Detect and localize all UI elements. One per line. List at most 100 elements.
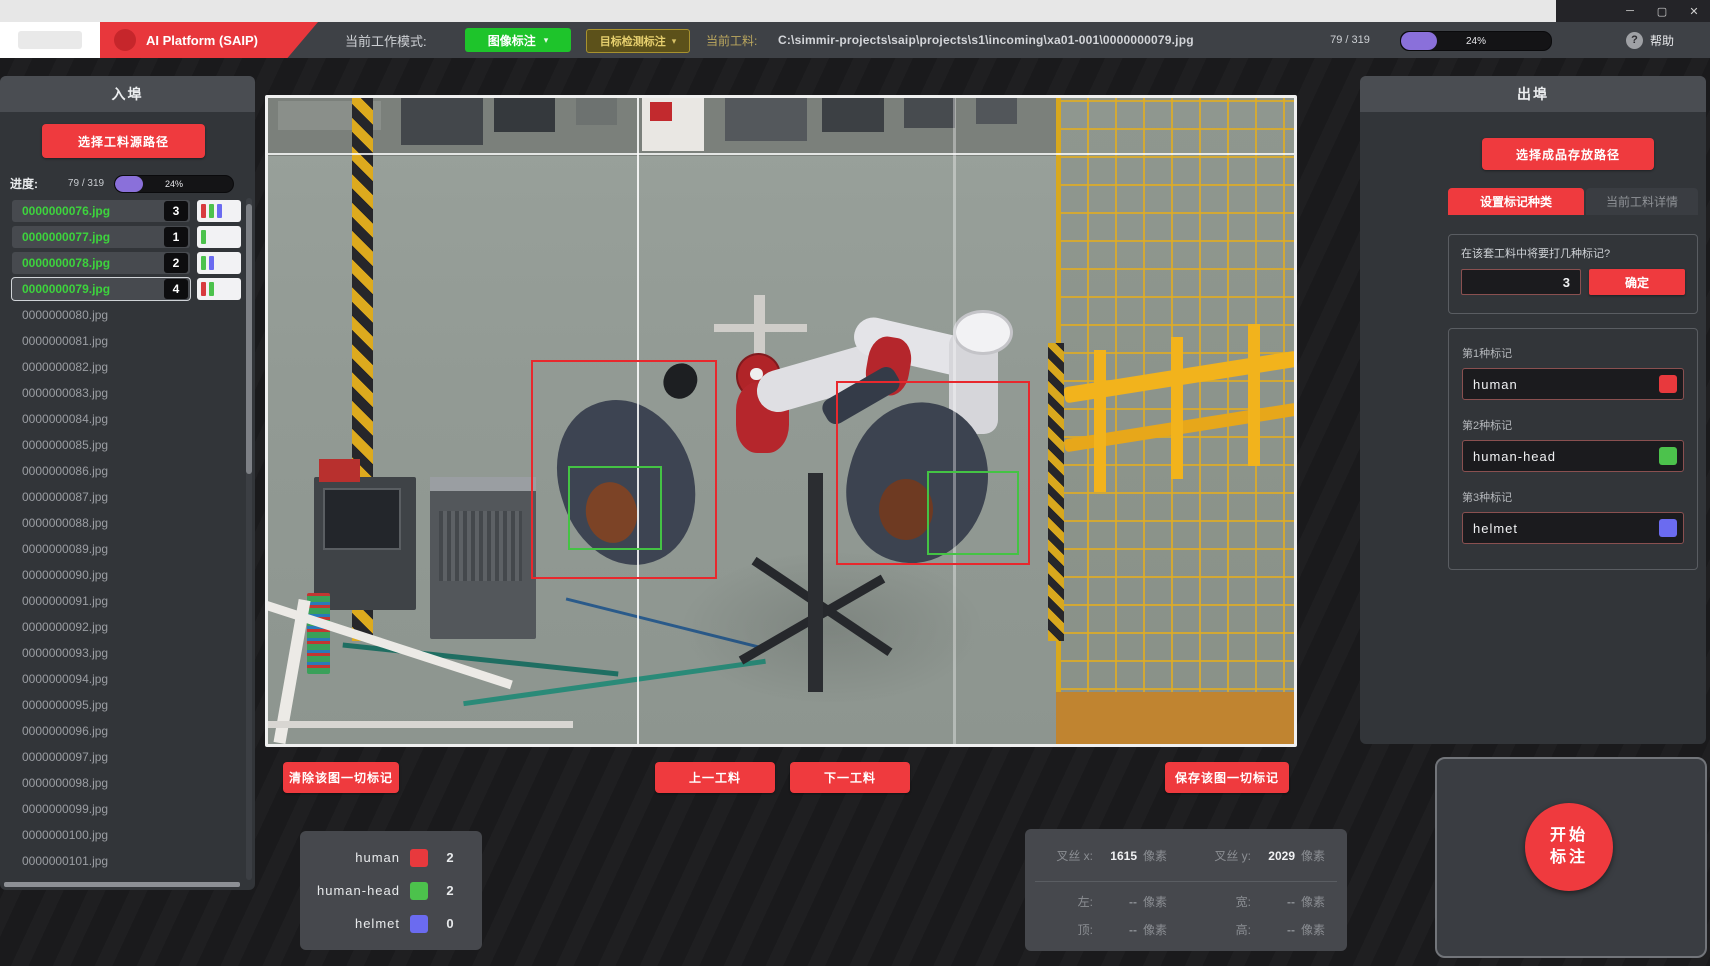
file-name: 0000000091.jpg [22, 594, 108, 608]
file-list-item[interactable]: 0000000097.jpg [0, 744, 244, 770]
file-list-item[interactable]: 0000000087.jpg [0, 484, 244, 510]
file-name-box[interactable]: 0000000077.jpg 1 [12, 226, 190, 248]
file-name: 0000000082.jpg [22, 360, 108, 374]
photo-canvas[interactable] [268, 98, 1294, 744]
file-name-box[interactable]: 0000000093.jpg [12, 642, 190, 664]
scrollbar-thumb[interactable] [246, 204, 252, 474]
tab-current-workpiece-details[interactable]: 当前工料详情 [1586, 188, 1698, 215]
file-name-box[interactable]: 0000000085.jpg [12, 434, 190, 456]
file-name-box[interactable]: 0000000090.jpg [12, 564, 190, 586]
file-name: 0000000085.jpg [22, 438, 108, 452]
box-top-stat: 顶: -- 像素 [1041, 921, 1173, 938]
file-list-item[interactable]: 0000000098.jpg [0, 770, 244, 796]
file-name-box[interactable]: 0000000076.jpg 3 [12, 200, 190, 222]
file-name-box[interactable]: 0000000080.jpg [12, 304, 190, 326]
select-output-path-button[interactable]: 选择成品存放路径 [1482, 138, 1654, 170]
start-annotation-button[interactable]: 开始 标注 [1525, 803, 1613, 891]
file-name-box[interactable]: 0000000092.jpg [12, 616, 190, 638]
maximize-icon[interactable]: ▢ [1646, 0, 1678, 22]
file-name-box[interactable]: 0000000084.jpg [12, 408, 190, 430]
help-button[interactable]: ? 帮助 [1626, 22, 1674, 58]
label-3-color-swatch[interactable] [1659, 519, 1677, 537]
app-title: AI Platform (SAIP) [146, 33, 258, 48]
annotation-count-badge: 4 [164, 279, 188, 299]
file-list-item[interactable]: 0000000086.jpg [0, 458, 244, 484]
file-list-item[interactable]: 0000000095.jpg [0, 692, 244, 718]
file-list: 0000000076.jpg 3 0000000077.jpg 1 000000… [0, 198, 244, 880]
file-list-item[interactable]: 0000000082.jpg [0, 354, 244, 380]
close-icon[interactable]: ✕ [1678, 0, 1710, 22]
box-left-stat: 左: -- 像素 [1041, 893, 1173, 910]
file-list-item[interactable]: 0000000088.jpg [0, 510, 244, 536]
file-list-item[interactable]: 0000000099.jpg [0, 796, 244, 822]
file-name-box[interactable]: 0000000097.jpg [12, 746, 190, 768]
chevron-down-icon: ▾ [544, 35, 549, 46]
file-name-box[interactable]: 0000000095.jpg [12, 694, 190, 716]
file-name-box[interactable]: 0000000101.jpg [12, 850, 190, 872]
save-annotations-button[interactable]: 保存该图一切标记 [1165, 762, 1289, 793]
file-list-scrollbar[interactable] [246, 198, 252, 880]
file-list-item[interactable]: 0000000091.jpg [0, 588, 244, 614]
file-list-item[interactable]: 0000000094.jpg [0, 666, 244, 692]
clear-annotations-button[interactable]: 清除该图一切标记 [283, 762, 399, 793]
file-list-item[interactable]: 0000000079.jpg 4 [0, 276, 244, 302]
file-name-box[interactable]: 0000000078.jpg 2 [12, 252, 190, 274]
file-name-box[interactable]: 0000000088.jpg [12, 512, 190, 534]
file-list-item[interactable]: 0000000090.jpg [0, 562, 244, 588]
label-3-field[interactable]: helmet [1462, 512, 1684, 544]
file-list-item[interactable]: 0000000089.jpg [0, 536, 244, 562]
file-list-item[interactable]: 0000000096.jpg [0, 718, 244, 744]
file-name-box[interactable]: 0000000087.jpg [12, 486, 190, 508]
file-list-item[interactable]: 0000000081.jpg [0, 328, 244, 354]
file-name-box[interactable]: 0000000099.jpg [12, 798, 190, 820]
file-list-item[interactable]: 0000000076.jpg 3 [0, 198, 244, 224]
file-name-box[interactable]: 0000000089.jpg [12, 538, 190, 560]
label-1-field[interactable]: human [1462, 368, 1684, 400]
file-name: 0000000088.jpg [22, 516, 108, 530]
logo-block [0, 22, 100, 58]
label-2-color-swatch[interactable] [1659, 447, 1677, 465]
file-name-box[interactable]: 0000000098.jpg [12, 772, 190, 794]
label-count-input[interactable]: 3 [1461, 269, 1581, 295]
file-list-item[interactable]: 0000000077.jpg 1 [0, 224, 244, 250]
select-source-path-button[interactable]: 选择工料源路径 [42, 124, 205, 158]
file-name: 0000000083.jpg [22, 386, 108, 400]
file-name: 0000000079.jpg [22, 282, 110, 296]
file-list-item[interactable]: 0000000093.jpg [0, 640, 244, 666]
label-1-color-swatch[interactable] [1659, 375, 1677, 393]
detection-annotation-mode-button[interactable]: 目标检测标注 ▾ [586, 29, 690, 53]
previous-workpiece-button[interactable]: 上一工料 [655, 762, 775, 793]
file-name-box[interactable]: 0000000094.jpg [12, 668, 190, 690]
image-annotation-mode-button[interactable]: 图像标注 ▾ [465, 28, 571, 52]
legend-rows: human 2 human-head 2 helmet 0 [300, 841, 482, 940]
file-list-item[interactable]: 0000000083.jpg [0, 380, 244, 406]
annotation-box-human-head[interactable] [568, 466, 662, 550]
file-list-item[interactable]: 0000000101.jpg [0, 848, 244, 874]
file-list-item[interactable]: 0000000084.jpg [0, 406, 244, 432]
legend-row: human-head 2 [300, 874, 482, 907]
file-name-box[interactable]: 0000000079.jpg 4 [12, 278, 190, 300]
file-name-box[interactable]: 0000000083.jpg [12, 382, 190, 404]
app-header-bar: AI Platform (SAIP) 当前工作模式: 图像标注 ▾ 目标检测标注… [0, 22, 1710, 58]
file-name-box[interactable]: 0000000100.jpg [12, 824, 190, 846]
legend-color-swatch [410, 849, 428, 867]
annotation-box-human-head[interactable] [927, 471, 1019, 555]
next-workpiece-button[interactable]: 下一工料 [790, 762, 910, 793]
file-list-horizontal-scrollbar[interactable] [4, 882, 240, 887]
os-title-bar [0, 0, 1710, 22]
minimize-icon[interactable]: ─ [1614, 0, 1646, 22]
confirm-button[interactable]: 确定 [1589, 269, 1685, 295]
file-name-box[interactable]: 0000000096.jpg [12, 720, 190, 742]
file-name: 0000000098.jpg [22, 776, 108, 790]
file-name-box[interactable]: 0000000086.jpg [12, 460, 190, 482]
file-list-item[interactable]: 0000000092.jpg [0, 614, 244, 640]
file-name-box[interactable]: 0000000091.jpg [12, 590, 190, 612]
file-name-box[interactable]: 0000000082.jpg [12, 356, 190, 378]
file-list-item[interactable]: 0000000080.jpg [0, 302, 244, 328]
file-name-box[interactable]: 0000000081.jpg [12, 330, 190, 352]
tab-set-label-types[interactable]: 设置标记种类 [1448, 188, 1584, 215]
label-2-field[interactable]: human-head [1462, 440, 1684, 472]
file-list-item[interactable]: 0000000100.jpg [0, 822, 244, 848]
file-list-item[interactable]: 0000000078.jpg 2 [0, 250, 244, 276]
file-list-item[interactable]: 0000000085.jpg [0, 432, 244, 458]
